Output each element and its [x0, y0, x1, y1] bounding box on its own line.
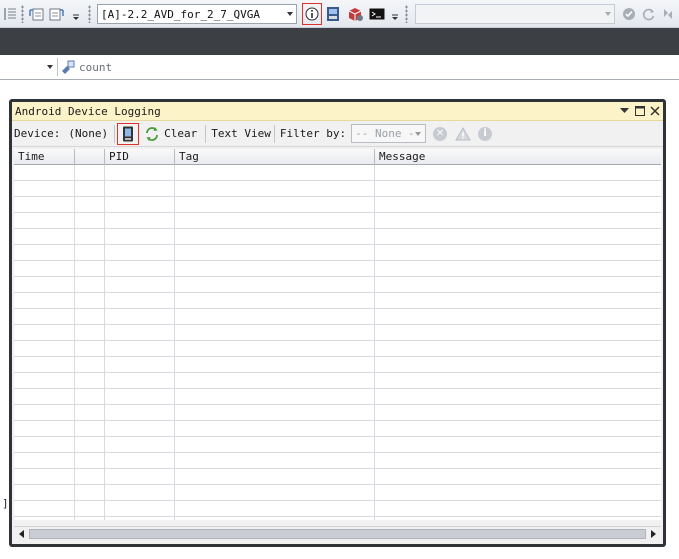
close-button[interactable] [649, 104, 660, 117]
solution-config-select[interactable] [415, 4, 615, 24]
window-title-bar[interactable]: Android Device Logging [12, 102, 663, 121]
error-icon: ✕ [433, 126, 448, 141]
toolbar-separator [114, 124, 116, 143]
tab-strip [0, 28, 679, 55]
logging-toolbar: Device: (None) Clear Text View Filter by… [12, 121, 663, 147]
member-select[interactable]: count [60, 58, 679, 76]
indent-icon[interactable] [2, 5, 18, 23]
field-icon [62, 60, 75, 74]
chevron-down-icon [415, 132, 422, 136]
toolbar-separator [205, 124, 207, 143]
terminal-icon[interactable] [368, 5, 386, 23]
select-device-button[interactable] [117, 122, 140, 145]
bookmark-prev-icon[interactable] [27, 5, 45, 23]
filter-warning-button[interactable] [453, 124, 473, 144]
device-label: Device: [14, 127, 61, 140]
column-divider [104, 165, 105, 520]
column-divider [74, 165, 75, 520]
toolbar-grip[interactable] [88, 5, 91, 23]
column-header-level[interactable] [75, 149, 105, 165]
navigation-bar: count [0, 55, 679, 80]
member-select-value: count [79, 60, 113, 74]
log-grid-header: Time PID Tag Message [14, 149, 661, 165]
chevron-down-icon [47, 65, 53, 69]
filter-label: Filter by: [279, 127, 347, 140]
arrow-left-icon [18, 530, 24, 538]
device-value: (None) [68, 127, 109, 140]
column-header-message[interactable]: Message [375, 149, 661, 165]
toolbar-separator [273, 124, 275, 143]
mirror-icon[interactable] [660, 5, 676, 23]
android-device-logging-window: Android Device Logging Device: (None) Cl… [9, 99, 666, 547]
filter-info-button[interactable]: i [475, 124, 495, 144]
scrollbar-thumb[interactable] [29, 529, 646, 539]
toolbar-grip[interactable] [405, 5, 408, 23]
log-grid[interactable]: Time PID Tag Message [14, 149, 661, 520]
package-icon[interactable] [345, 5, 365, 23]
maximize-button[interactable] [634, 104, 645, 117]
refresh-button[interactable] [142, 124, 162, 144]
scroll-right-button[interactable] [647, 528, 660, 540]
info-icon [305, 7, 319, 21]
toolbar-overflow-icon[interactable] [70, 5, 82, 23]
toolbar-overflow-icon[interactable] [390, 5, 400, 23]
info-button[interactable] [302, 3, 322, 25]
scroll-left-button[interactable] [15, 528, 28, 540]
window-title: Android Device Logging [15, 104, 161, 118]
chevron-down-icon [287, 12, 293, 16]
editor-fragment-text: ] [2, 497, 9, 510]
type-select[interactable] [0, 58, 58, 76]
filter-select-value: -- None - [355, 127, 415, 140]
phone-icon [123, 126, 134, 141]
column-header-tag[interactable]: Tag [175, 149, 375, 165]
info-icon: i [478, 126, 493, 141]
column-header-time[interactable]: Time [14, 149, 75, 165]
check-icon[interactable] [621, 5, 637, 23]
filter-error-button[interactable]: ✕ [430, 124, 450, 144]
arrow-right-icon [650, 530, 656, 538]
avd-select[interactable]: [A]-2.2_AVD_for_2_7_QVGA [97, 4, 297, 24]
main-toolbar: [A]-2.2_AVD_for_2_7_QVGA [0, 0, 679, 28]
toolbar-grip[interactable] [21, 5, 24, 23]
filter-select[interactable]: -- None - [351, 124, 427, 143]
chevron-down-icon [620, 107, 629, 113]
column-header-pid[interactable]: PID [105, 149, 175, 165]
bookmark-next-icon[interactable] [48, 5, 66, 23]
column-divider [374, 165, 375, 520]
window-menu-button[interactable] [619, 104, 630, 117]
text-view-button[interactable]: Text View [211, 127, 271, 140]
refresh-icon[interactable] [641, 5, 657, 23]
close-icon [649, 105, 660, 116]
column-divider [174, 165, 175, 520]
maximize-icon [634, 105, 645, 116]
refresh-icon [146, 126, 159, 141]
horizontal-scrollbar[interactable] [14, 526, 661, 541]
warning-icon [455, 126, 471, 140]
avd-select-value: [A]-2.2_AVD_for_2_7_QVGA [101, 7, 260, 21]
clear-button[interactable]: Clear [164, 127, 197, 140]
device-manager-icon[interactable] [324, 5, 342, 23]
chevron-down-icon [605, 12, 611, 16]
log-grid-body[interactable] [14, 165, 661, 520]
